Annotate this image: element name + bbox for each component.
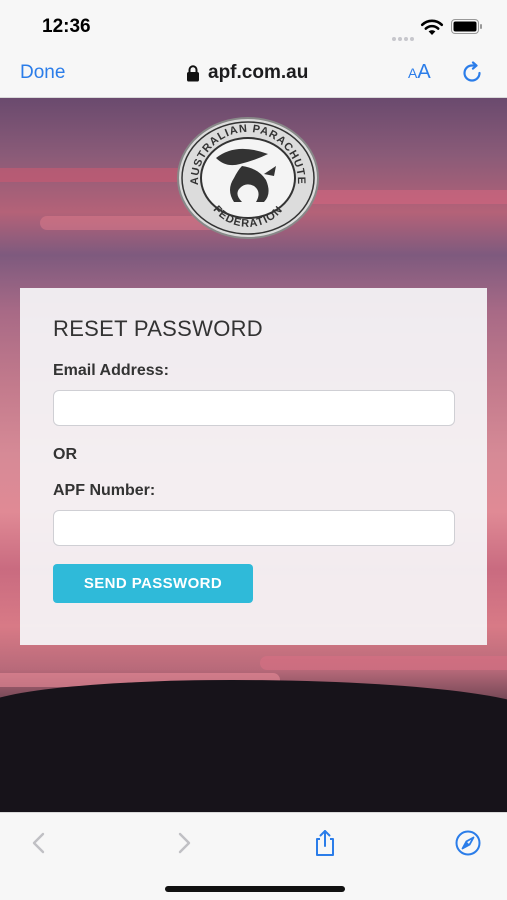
browser-header: Done apf.com.au AA: [0, 48, 507, 98]
send-password-button[interactable]: SEND PASSWORD: [53, 564, 253, 603]
text-size-small-a: A: [408, 65, 418, 81]
web-page: AUSTRALIAN PARACHUTE FEDERATION RESET PA…: [0, 98, 507, 812]
back-arrow-icon[interactable]: [25, 829, 53, 857]
email-label: Email Address:: [53, 362, 169, 379]
page-title: RESET PASSWORD: [53, 316, 263, 341]
wifi-icon: [420, 19, 444, 35]
cellular-dots-icon: [392, 28, 418, 41]
status-bar: 12:36: [0, 0, 507, 48]
home-indicator: [165, 886, 345, 892]
apf-logo: AUSTRALIAN PARACHUTE FEDERATION: [177, 117, 319, 239]
apf-number-label: APF Number:: [53, 482, 156, 499]
text-size-large-a: A: [417, 61, 431, 83]
email-field[interactable]: [53, 390, 455, 426]
text-size-button[interactable]: AA: [408, 61, 431, 84]
cloud-streak: [260, 656, 507, 670]
reload-icon[interactable]: [460, 61, 484, 85]
done-button[interactable]: Done: [20, 62, 65, 84]
cloud-streak: [0, 168, 190, 182]
compass-icon[interactable]: [454, 829, 482, 857]
apf-number-field[interactable]: [53, 510, 455, 546]
address-bar[interactable]: apf.com.au: [186, 60, 308, 86]
or-label: OR: [53, 446, 77, 463]
battery-icon: [451, 19, 482, 34]
reset-password-card: RESET PASSWORD Email Address: OR APF Num…: [20, 288, 487, 645]
lock-icon: [187, 64, 199, 81]
forward-arrow-icon[interactable]: [170, 829, 198, 857]
bottom-toolbar: [0, 812, 507, 900]
cloud-streak: [290, 190, 507, 204]
share-icon[interactable]: [311, 829, 339, 857]
treeline-silhouette: [0, 680, 507, 812]
url-text: apf.com.au: [208, 62, 309, 83]
status-time: 12:36: [42, 16, 91, 37]
